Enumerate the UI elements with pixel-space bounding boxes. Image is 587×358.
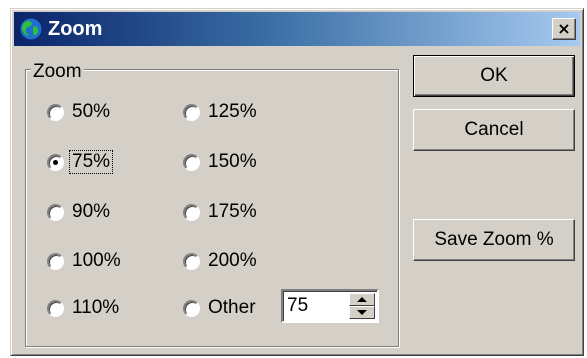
radio-zoom-75[interactable]: 75% [47, 149, 114, 175]
radio-zoom-100[interactable]: 100% [47, 248, 123, 274]
groupbox-legend: Zoom [31, 61, 84, 82]
radio-label: 90% [72, 201, 111, 222]
radio-circle-selected[interactable] [47, 153, 64, 171]
title-bar[interactable]: Zoom × [14, 12, 580, 46]
radio-label: Other [208, 297, 256, 318]
radio-zoom-90[interactable]: 90% [47, 199, 112, 225]
radio-label: 75% [68, 150, 114, 174]
radio-circle[interactable] [183, 252, 200, 270]
other-zoom-spinner[interactable] [281, 289, 379, 323]
radio-zoom-125[interactable]: 125% [183, 99, 259, 125]
radio-zoom-other[interactable]: Other [183, 295, 258, 321]
radio-zoom-110[interactable]: 110% [47, 295, 121, 321]
other-zoom-input[interactable] [285, 294, 347, 318]
radio-circle[interactable] [47, 103, 64, 121]
radio-circle[interactable] [47, 299, 64, 317]
radio-label: 175% [208, 201, 257, 222]
save-zoom-button[interactable]: Save Zoom % [413, 219, 575, 261]
dialog-title: Zoom [48, 18, 103, 40]
radio-circle[interactable] [183, 153, 200, 171]
radio-circle[interactable] [183, 203, 200, 221]
radio-circle[interactable] [47, 203, 64, 221]
zoom-dialog: Zoom × Zoom 50% 75% 90% 100% 110% 125% 1… [10, 8, 584, 356]
radio-zoom-150[interactable]: 150% [183, 149, 259, 175]
radio-label: 50% [72, 101, 111, 122]
radio-zoom-175[interactable]: 175% [183, 199, 259, 225]
close-button[interactable]: × [552, 18, 576, 40]
ok-button[interactable]: OK [413, 55, 575, 97]
spin-up-button[interactable] [349, 293, 375, 306]
close-icon: × [557, 19, 571, 38]
globe-icon [19, 17, 43, 41]
arrow-up-icon [357, 297, 367, 302]
radio-zoom-50[interactable]: 50% [47, 99, 112, 125]
cancel-button[interactable]: Cancel [413, 109, 575, 151]
arrow-down-icon [357, 310, 367, 315]
radio-zoom-200[interactable]: 200% [183, 248, 259, 274]
radio-label: 100% [72, 250, 121, 271]
radio-label: 125% [208, 101, 257, 122]
radio-label: 200% [208, 250, 257, 271]
spin-down-button[interactable] [349, 306, 375, 319]
radio-circle[interactable] [183, 103, 200, 121]
spinner-buttons [349, 293, 375, 319]
radio-circle[interactable] [183, 299, 200, 317]
radio-label: 110% [72, 297, 120, 318]
radio-circle[interactable] [47, 252, 64, 270]
radio-label: 150% [208, 151, 257, 172]
